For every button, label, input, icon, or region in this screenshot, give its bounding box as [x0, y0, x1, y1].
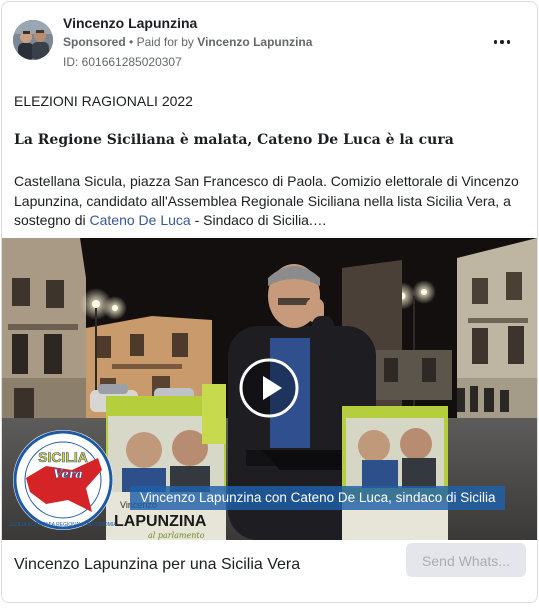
- send-whatsapp-button[interactable]: Send Whats...: [406, 543, 526, 577]
- video-player[interactable]: Vincenzo LAPUNZINA al parlamento SICILIA…: [2, 238, 537, 540]
- poster-name-big: LAPUNZINA: [114, 513, 207, 530]
- play-icon: [239, 358, 299, 418]
- poster-subtitle: al parlamento: [148, 531, 205, 540]
- paid-for-prefix: Paid for by: [136, 35, 194, 49]
- paid-for-name: Vincenzo Lapunzina: [197, 35, 313, 49]
- sponsored-label: Sponsored: [63, 35, 126, 49]
- link-title[interactable]: Vincenzo Lapunzina per una Sicilia Vera: [14, 556, 300, 574]
- post-body-text: Castellana Sicula, piazza San Francesco …: [14, 172, 526, 231]
- sponsored-post-card: Vincenzo Lapunzina Sponsored • Paid for …: [1, 1, 538, 603]
- post-headline: La Regione Siciliana è malata, Cateno De…: [14, 132, 454, 148]
- cateno-de-luca-link[interactable]: Cateno De Luca: [90, 212, 191, 228]
- more-options-button[interactable]: [490, 30, 514, 54]
- logo-ring-text: SICILIA ECONOMIA REGIONALE AUTONOMIA: [9, 522, 117, 528]
- ad-id: ID: 601661285020307: [63, 55, 182, 69]
- logo-text-main: SICILIA: [38, 449, 88, 465]
- post-text-elezioni: ELEZIONI RAGIONALI 2022: [14, 93, 193, 109]
- post-footer: Vincenzo Lapunzina per una Sicilia Vera …: [2, 540, 537, 602]
- avatar[interactable]: [13, 20, 53, 60]
- logo-text-sub: Vera: [53, 467, 83, 481]
- body-text-part-2: - Sindaco di Sicilia.…: [190, 212, 327, 228]
- sponsored-line: Sponsored • Paid for by Vincenzo Lapunzi…: [63, 35, 312, 49]
- avatar-image: [13, 20, 53, 60]
- separator-dot: •: [129, 35, 134, 49]
- video-caption: Vincenzo Lapunzina con Cateno De Luca, s…: [130, 486, 506, 510]
- more-horizontal-icon: [493, 40, 511, 44]
- play-button[interactable]: [239, 358, 299, 418]
- page-name-link[interactable]: Vincenzo Lapunzina: [63, 15, 197, 31]
- post-header: Vincenzo Lapunzina Sponsored • Paid for …: [2, 2, 537, 82]
